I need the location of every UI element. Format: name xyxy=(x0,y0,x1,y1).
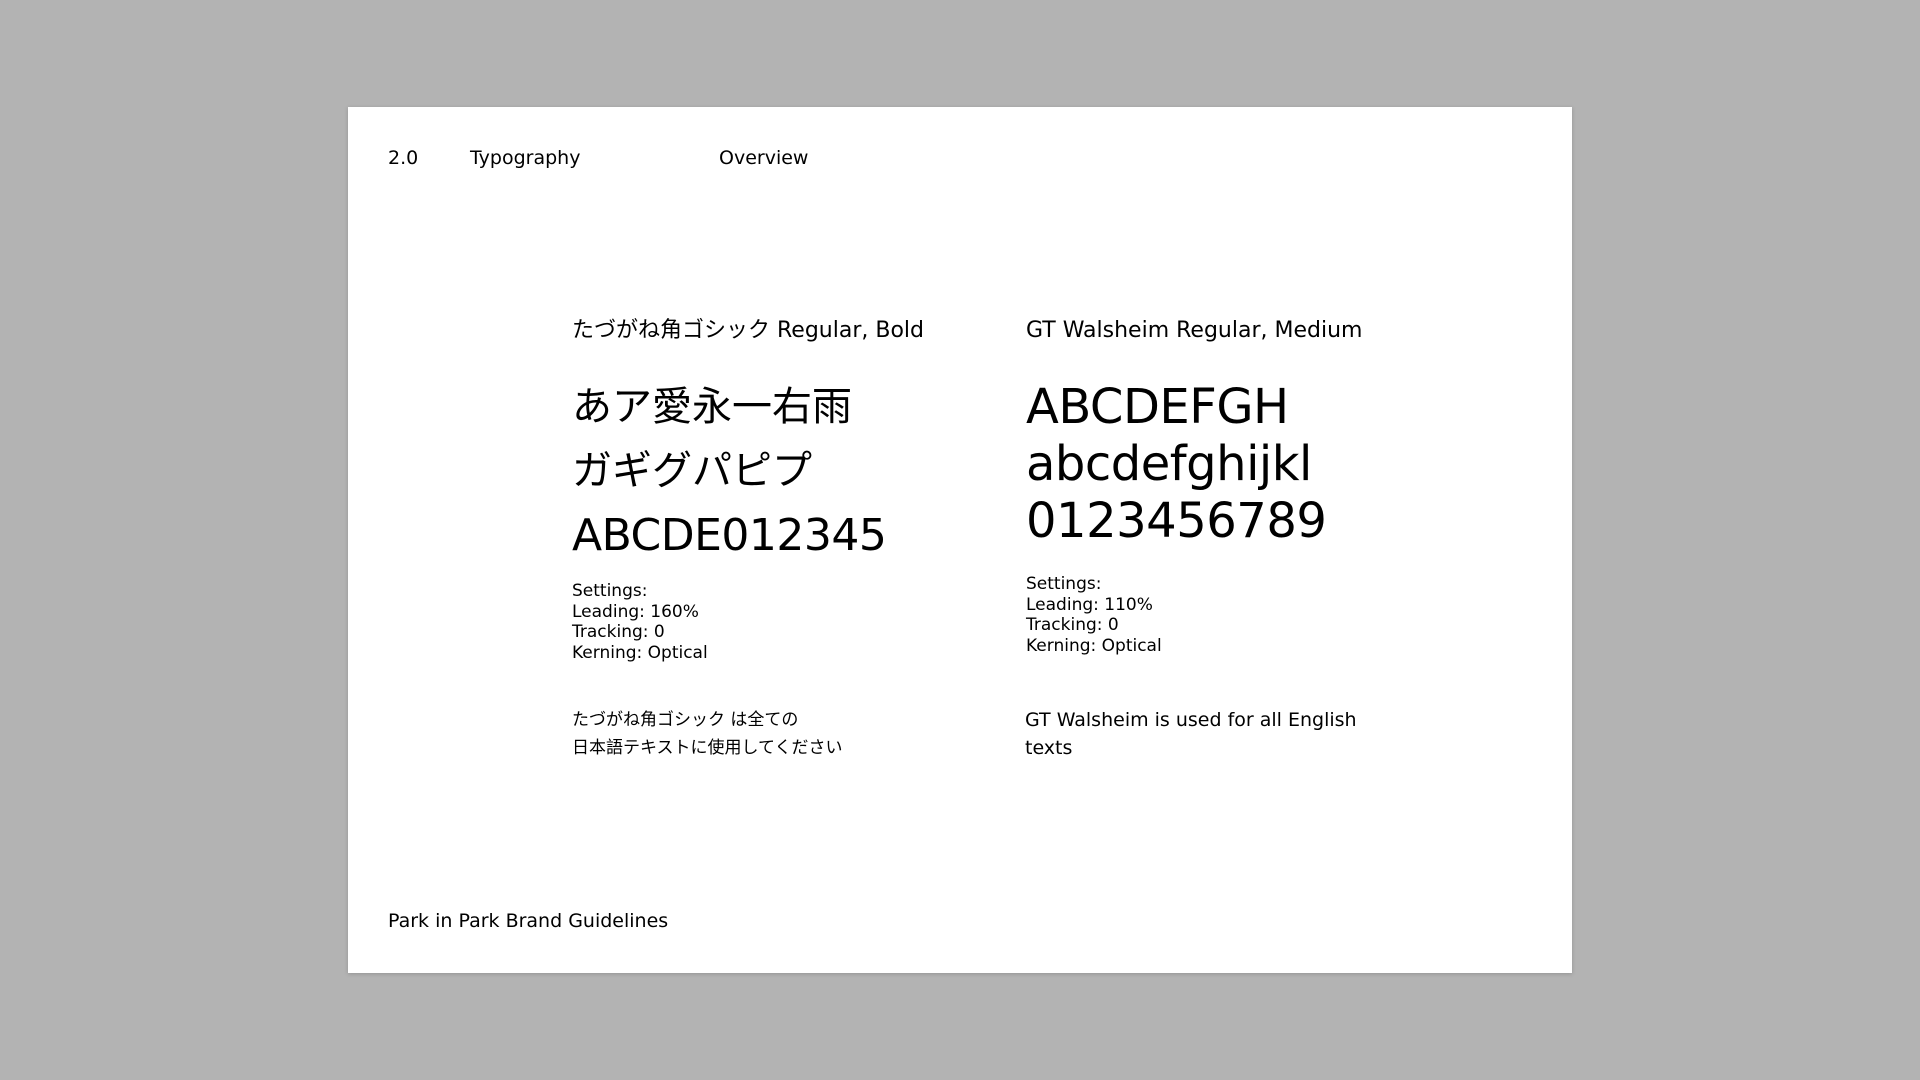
japanese-usage-note: たづがね角ゴシック は全ての 日本語テキストに使用してください xyxy=(572,706,932,762)
english-usage-note-line-1: GT Walsheim is used for all English xyxy=(1025,709,1357,731)
english-sample-line-uppercase: ABCDEFGH xyxy=(1026,379,1289,435)
settings-tracking: Tracking: 0 xyxy=(1026,615,1119,635)
page-title: Overview xyxy=(719,147,809,169)
japanese-font-column: たづがね角ゴシック Regular, Bold あア愛永一右雨 ガギグパピプ A… xyxy=(572,317,992,663)
settings-kerning: Kerning: Optical xyxy=(572,642,708,663)
settings-heading: Settings: xyxy=(572,581,648,601)
japanese-font-name: たづがね角ゴシック Regular, Bold xyxy=(572,318,924,343)
english-sample-line-numerals: 0123456789 xyxy=(1026,493,1327,549)
guideline-page: 2.0 Typography Overview たづがね角ゴシック Regula… xyxy=(348,107,1572,973)
japanese-sample-line-dakuten: ガギグパピプ xyxy=(572,448,812,494)
japanese-font-sample: あア愛永一右雨 ガギグパピプ ABCDE012345 xyxy=(572,375,992,569)
settings-leading: Leading: 110% xyxy=(1026,594,1153,615)
section-title: Typography xyxy=(470,147,581,169)
english-font-settings: Settings: Leading: 110% Tracking: 0 Kern… xyxy=(1026,574,1466,656)
japanese-sample-line-latin: ABCDE012345 xyxy=(572,510,887,561)
japanese-font-settings: Settings: Leading: 160% Tracking: 0 Kern… xyxy=(572,581,992,663)
english-font-name: GT Walsheim Regular, Medium xyxy=(1026,318,1363,343)
settings-tracking: Tracking: 0 xyxy=(572,622,665,642)
japanese-sample-line-kana-kanji: あア愛永一右雨 xyxy=(572,384,852,430)
english-usage-note-line-2: texts xyxy=(1025,737,1073,759)
english-font-sample: ABCDEFGH abcdefghijkl 0123456789 xyxy=(1026,379,1466,550)
settings-leading: Leading: 160% xyxy=(572,601,699,622)
english-font-column: GT Walsheim Regular, Medium ABCDEFGH abc… xyxy=(1026,317,1466,656)
japanese-usage-note-line-2: 日本語テキストに使用してください xyxy=(572,738,843,758)
settings-heading: Settings: xyxy=(1026,574,1102,594)
english-usage-note: GT Walsheim is used for all English text… xyxy=(1025,706,1385,762)
section-number: 2.0 xyxy=(388,147,419,169)
japanese-usage-note-line-1: たづがね角ゴシック は全ての xyxy=(572,710,799,730)
settings-kerning: Kerning: Optical xyxy=(1026,635,1162,656)
english-sample-line-lowercase: abcdefghijkl xyxy=(1026,436,1312,492)
footer-document-title: Park in Park Brand Guidelines xyxy=(388,910,669,932)
